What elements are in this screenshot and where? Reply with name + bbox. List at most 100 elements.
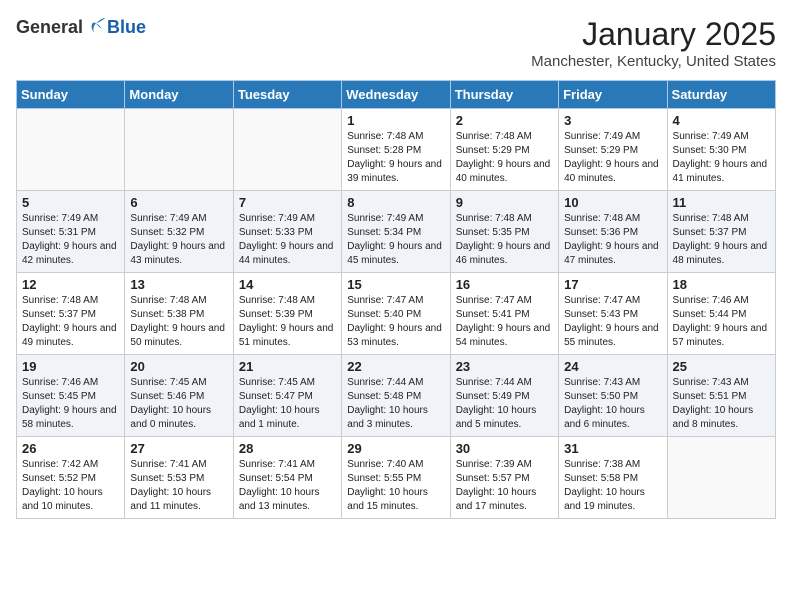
calendar-cell: 26 Sunrise: 7:42 AM Sunset: 5:52 PM Dayli…	[17, 437, 125, 519]
day-number: 3	[564, 113, 661, 128]
day-number: 28	[239, 441, 336, 456]
day-info: Sunrise: 7:49 AM Sunset: 5:33 PM Dayligh…	[239, 212, 336, 268]
calendar-cell: 31Sunrise: 7:38 AM Sunset: 5:58 PM Dayli…	[559, 437, 667, 519]
month-title: January 2025	[531, 16, 776, 53]
calendar-cell: 6 Sunrise: 7:49 AM Sunset: 5:32 PM Daylig…	[125, 191, 233, 273]
calendar-cell: 17 Sunrise: 7:47 AM Sunset: 5:43 PM Dayli…	[559, 273, 667, 355]
day-info: Sunrise: 7:48 AM Sunset: 5:29 PM Dayligh…	[456, 130, 553, 186]
calendar-cell	[125, 109, 233, 191]
day-info: Sunrise: 7:48 AM Sunset: 5:35 PM Dayligh…	[456, 212, 553, 268]
calendar-cell: 25 Sunrise: 7:43 AM Sunset: 5:51 PM Dayli…	[667, 355, 775, 437]
calendar-cell: 15 Sunrise: 7:47 AM Sunset: 5:40 PM Dayli…	[342, 273, 450, 355]
day-number: 1	[347, 113, 444, 128]
day-number: 29	[347, 441, 444, 456]
calendar-cell: 24Sunrise: 7:43 AM Sunset: 5:50 PM Dayli…	[559, 355, 667, 437]
day-info: Sunrise: 7:40 AM Sunset: 5:55 PM Dayligh…	[347, 458, 444, 514]
calendar-week-row: 26 Sunrise: 7:42 AM Sunset: 5:52 PM Dayli…	[17, 437, 776, 519]
calendar-cell: 3 Sunrise: 7:49 AM Sunset: 5:29 PM Daylig…	[559, 109, 667, 191]
day-info: Sunrise: 7:49 AM Sunset: 5:29 PM Dayligh…	[564, 130, 661, 186]
calendar-cell: 9Sunrise: 7:48 AM Sunset: 5:35 PM Daylig…	[450, 191, 558, 273]
weekday-header: Saturday	[667, 81, 775, 109]
calendar-cell: 30 Sunrise: 7:39 AM Sunset: 5:57 PM Dayli…	[450, 437, 558, 519]
day-info: Sunrise: 7:49 AM Sunset: 5:32 PM Dayligh…	[130, 212, 227, 268]
calendar-table: SundayMondayTuesdayWednesdayThursdayFrid…	[16, 80, 776, 519]
day-number: 17	[564, 277, 661, 292]
day-number: 6	[130, 195, 227, 210]
calendar-cell: 18 Sunrise: 7:46 AM Sunset: 5:44 PM Dayli…	[667, 273, 775, 355]
day-number: 2	[456, 113, 553, 128]
day-number: 30	[456, 441, 553, 456]
day-info: Sunrise: 7:48 AM Sunset: 5:37 PM Dayligh…	[22, 294, 119, 350]
weekday-header: Friday	[559, 81, 667, 109]
day-info: Sunrise: 7:47 AM Sunset: 5:41 PM Dayligh…	[456, 294, 553, 350]
calendar-cell: 23 Sunrise: 7:44 AM Sunset: 5:49 PM Dayli…	[450, 355, 558, 437]
day-number: 5	[22, 195, 119, 210]
calendar-cell: 8 Sunrise: 7:49 AM Sunset: 5:34 PM Daylig…	[342, 191, 450, 273]
day-info: Sunrise: 7:42 AM Sunset: 5:52 PM Dayligh…	[22, 458, 119, 514]
day-info: Sunrise: 7:47 AM Sunset: 5:40 PM Dayligh…	[347, 294, 444, 350]
day-info: Sunrise: 7:44 AM Sunset: 5:49 PM Dayligh…	[456, 376, 553, 432]
day-number: 11	[673, 195, 770, 210]
day-info: Sunrise: 7:45 AM Sunset: 5:47 PM Dayligh…	[239, 376, 336, 432]
day-info: Sunrise: 7:41 AM Sunset: 5:54 PM Dayligh…	[239, 458, 336, 514]
calendar-cell: 20Sunrise: 7:45 AM Sunset: 5:46 PM Dayli…	[125, 355, 233, 437]
day-number: 10	[564, 195, 661, 210]
logo-general-text: General	[16, 17, 83, 38]
calendar-cell: 13Sunrise: 7:48 AM Sunset: 5:38 PM Dayli…	[125, 273, 233, 355]
calendar-cell: 16 Sunrise: 7:47 AM Sunset: 5:41 PM Dayli…	[450, 273, 558, 355]
calendar-cell: 22 Sunrise: 7:44 AM Sunset: 5:48 PM Dayli…	[342, 355, 450, 437]
calendar-cell: 14 Sunrise: 7:48 AM Sunset: 5:39 PM Dayli…	[233, 273, 341, 355]
day-info: Sunrise: 7:43 AM Sunset: 5:51 PM Dayligh…	[673, 376, 770, 432]
day-number: 15	[347, 277, 444, 292]
location-subtitle: Manchester, Kentucky, United States	[531, 53, 776, 70]
calendar-week-row: 1 Sunrise: 7:48 AM Sunset: 5:28 PM Daylig…	[17, 109, 776, 191]
weekday-header: Wednesday	[342, 81, 450, 109]
calendar-cell: 2 Sunrise: 7:48 AM Sunset: 5:29 PM Daylig…	[450, 109, 558, 191]
day-number: 7	[239, 195, 336, 210]
day-number: 18	[673, 277, 770, 292]
weekday-header: Tuesday	[233, 81, 341, 109]
page-header: General Blue January 2025 Manchester, Ke…	[16, 16, 776, 70]
calendar-cell: 19Sunrise: 7:46 AM Sunset: 5:45 PM Dayli…	[17, 355, 125, 437]
calendar-cell: 5Sunrise: 7:49 AM Sunset: 5:31 PM Daylig…	[17, 191, 125, 273]
day-info: Sunrise: 7:38 AM Sunset: 5:58 PM Dayligh…	[564, 458, 661, 514]
day-info: Sunrise: 7:48 AM Sunset: 5:36 PM Dayligh…	[564, 212, 661, 268]
day-info: Sunrise: 7:49 AM Sunset: 5:30 PM Dayligh…	[673, 130, 770, 186]
day-info: Sunrise: 7:41 AM Sunset: 5:53 PM Dayligh…	[130, 458, 227, 514]
calendar-cell	[17, 109, 125, 191]
day-info: Sunrise: 7:48 AM Sunset: 5:38 PM Dayligh…	[130, 294, 227, 350]
day-number: 22	[347, 359, 444, 374]
title-block: January 2025 Manchester, Kentucky, Unite…	[531, 16, 776, 70]
weekday-header: Monday	[125, 81, 233, 109]
day-info: Sunrise: 7:46 AM Sunset: 5:44 PM Dayligh…	[673, 294, 770, 350]
calendar-week-row: 12Sunrise: 7:48 AM Sunset: 5:37 PM Dayli…	[17, 273, 776, 355]
day-info: Sunrise: 7:48 AM Sunset: 5:39 PM Dayligh…	[239, 294, 336, 350]
day-number: 16	[456, 277, 553, 292]
calendar-cell: 21Sunrise: 7:45 AM Sunset: 5:47 PM Dayli…	[233, 355, 341, 437]
day-info: Sunrise: 7:48 AM Sunset: 5:28 PM Dayligh…	[347, 130, 444, 186]
logo: General Blue	[16, 16, 146, 38]
day-number: 25	[673, 359, 770, 374]
day-number: 20	[130, 359, 227, 374]
day-number: 8	[347, 195, 444, 210]
calendar-cell: 7 Sunrise: 7:49 AM Sunset: 5:33 PM Daylig…	[233, 191, 341, 273]
day-number: 14	[239, 277, 336, 292]
day-info: Sunrise: 7:49 AM Sunset: 5:34 PM Dayligh…	[347, 212, 444, 268]
day-number: 4	[673, 113, 770, 128]
calendar-cell: 1 Sunrise: 7:48 AM Sunset: 5:28 PM Daylig…	[342, 109, 450, 191]
day-number: 23	[456, 359, 553, 374]
day-info: Sunrise: 7:39 AM Sunset: 5:57 PM Dayligh…	[456, 458, 553, 514]
day-number: 19	[22, 359, 119, 374]
day-number: 27	[130, 441, 227, 456]
day-info: Sunrise: 7:44 AM Sunset: 5:48 PM Dayligh…	[347, 376, 444, 432]
calendar-cell	[667, 437, 775, 519]
day-info: Sunrise: 7:47 AM Sunset: 5:43 PM Dayligh…	[564, 294, 661, 350]
day-number: 24	[564, 359, 661, 374]
calendar-week-row: 5Sunrise: 7:49 AM Sunset: 5:31 PM Daylig…	[17, 191, 776, 273]
day-number: 26	[22, 441, 119, 456]
weekday-header: Sunday	[17, 81, 125, 109]
calendar-header-row: SundayMondayTuesdayWednesdayThursdayFrid…	[17, 81, 776, 109]
calendar-cell: 10 Sunrise: 7:48 AM Sunset: 5:36 PM Dayli…	[559, 191, 667, 273]
weekday-header: Thursday	[450, 81, 558, 109]
calendar-cell: 11Sunrise: 7:48 AM Sunset: 5:37 PM Dayli…	[667, 191, 775, 273]
